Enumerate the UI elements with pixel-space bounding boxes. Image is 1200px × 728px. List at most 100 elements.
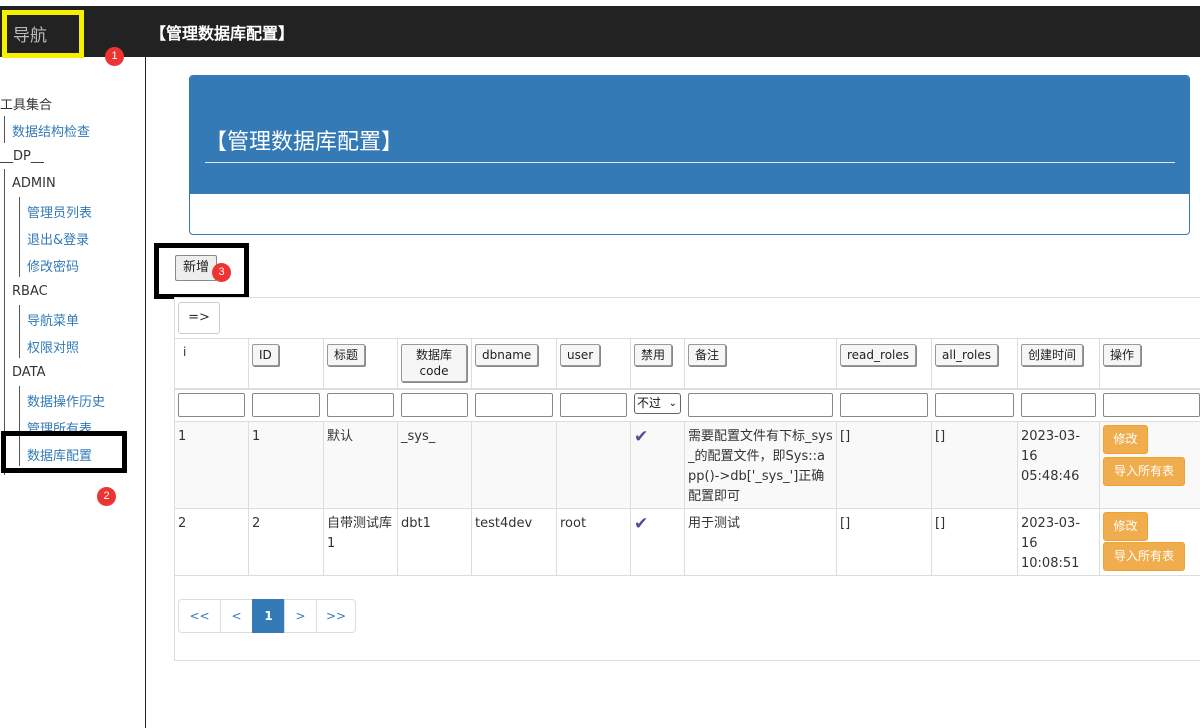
sort-id-button[interactable]: ID (252, 344, 279, 366)
filter-created-input[interactable] (1021, 393, 1096, 417)
sort-all-roles-button[interactable]: all_roles (935, 344, 999, 366)
cell-all-roles: [] (932, 422, 1018, 508)
sidebar-group-rbac[interactable]: RBAC (12, 284, 48, 299)
tree-line (4, 169, 5, 475)
sort-read-roles-button[interactable]: read_roles (840, 344, 917, 366)
filter-user-input[interactable] (560, 393, 627, 417)
column-header-i: i (175, 339, 249, 389)
import-all-tables-button[interactable]: 导入所有表 (1103, 457, 1185, 486)
cell-note: 需要配置文件有下标_sys_的配置文件，即Sys::app()->db['_sy… (685, 422, 837, 508)
cell-title: 默认 (324, 422, 398, 508)
filter-row: 不过 ⌄ (175, 390, 1200, 422)
page-button-current[interactable]: 1 (252, 599, 285, 633)
sidebar-item-data-history[interactable]: 数据操作历史 (27, 391, 105, 410)
cell-created: 2023-03-16 05:48:46 (1018, 422, 1100, 508)
edit-button[interactable]: 修改 (1103, 512, 1148, 541)
cell-id: 2 (249, 509, 324, 575)
sidebar-item-logout-login[interactable]: 退出&登录 (27, 229, 89, 248)
filter-all-roles-input[interactable] (935, 393, 1014, 417)
check-icon: ✔ (631, 422, 685, 508)
cell-created: 2023-03-16 10:08:51 (1018, 509, 1100, 575)
panel-heading: 【管理数据库配置】 (190, 76, 1189, 194)
nav-header: 导航 (0, 6, 146, 58)
column-header-actions: 操作 (1100, 339, 1200, 389)
sort-user-button[interactable]: user (560, 344, 601, 366)
filter-note-input[interactable] (688, 393, 833, 417)
filter-dbname-input[interactable] (475, 393, 553, 417)
sidebar-group-admin[interactable]: ADMIN (12, 176, 56, 191)
filter-title-input[interactable] (327, 393, 394, 417)
cell-actions: 修改 导入所有表 (1100, 422, 1200, 508)
filter-code-input[interactable] (401, 393, 468, 417)
sort-created-button[interactable]: 创建时间 (1021, 344, 1084, 366)
sidebar-item-change-password[interactable]: 修改密码 (27, 256, 79, 275)
tree-line (4, 116, 5, 143)
tree-line (19, 305, 20, 358)
sort-disabled-button[interactable]: 禁用 (634, 344, 673, 366)
annotation-badge-3: 3 (212, 263, 231, 282)
divider (205, 162, 1175, 163)
chevron-down-icon: ⌄ (668, 398, 677, 409)
filter-id-input[interactable] (252, 393, 320, 417)
expand-button[interactable]: => (178, 302, 220, 334)
sort-title-button[interactable]: 标题 (327, 344, 366, 366)
cell-code: _sys_ (398, 422, 472, 508)
cell-dbname (472, 422, 557, 508)
column-header-user: user (557, 339, 631, 389)
filter-disabled-select[interactable]: 不过 ⌄ (634, 393, 681, 414)
page-title: 【管理数据库配置】 (150, 24, 295, 43)
sidebar-group-dp[interactable]: __DP__ (0, 149, 44, 164)
add-button[interactable]: 新增 (175, 255, 217, 281)
sidebar-item-permission-map[interactable]: 权限对照 (27, 337, 79, 356)
column-header-all-roles: all_roles (932, 339, 1018, 389)
first-page-button[interactable]: << (178, 599, 221, 633)
last-page-button[interactable]: >> (316, 599, 356, 633)
actions-header-button[interactable]: 操作 (1103, 344, 1142, 366)
filter-i-input[interactable] (178, 393, 245, 417)
cell-dbname: test4dev (472, 509, 557, 575)
check-icon: ✔ (631, 509, 685, 575)
cell-i: 1 (175, 422, 249, 508)
column-header-read-roles: read_roles (837, 339, 932, 389)
panel-title: 【管理数据库配置】 (205, 130, 404, 155)
next-page-button[interactable]: > (284, 599, 317, 633)
cell-title: 自带测试库1 (324, 509, 398, 575)
sidebar-group-data[interactable]: DATA (12, 365, 46, 380)
table-row: 2 2 自带测试库1 dbt1 test4dev root ✔ 用于测试 [] … (175, 509, 1200, 576)
sidebar-item-schema-check[interactable]: 数据结构检查 (12, 121, 90, 140)
import-all-tables-button[interactable]: 导入所有表 (1103, 542, 1185, 571)
column-header-created: 创建时间 (1018, 339, 1100, 389)
annotation-badge-1: 1 (105, 47, 124, 66)
column-header-id: ID (249, 339, 324, 389)
table-row: 1 1 默认 _sys_ ✔ 需要配置文件有下标_sys_的配置文件，即Sys:… (175, 422, 1200, 509)
filter-read-roles-input[interactable] (840, 393, 928, 417)
cell-code: dbt1 (398, 509, 472, 575)
sidebar-item-nav-menu[interactable]: 导航菜单 (27, 310, 79, 329)
cell-user: root (557, 509, 631, 575)
column-header-code: 数据库 code (398, 339, 472, 389)
annotation-badge-2: 2 (97, 487, 116, 506)
column-header-disabled: 禁用 (631, 339, 685, 389)
cell-all-roles: [] (932, 509, 1018, 575)
sort-dbname-button[interactable]: dbname (475, 344, 539, 366)
table-header-row: i ID 标题 数据库 code dbname user 禁用 备注 read_… (175, 338, 1200, 390)
filter-actions-input[interactable] (1103, 393, 1200, 417)
sort-note-button[interactable]: 备注 (688, 344, 727, 366)
sort-code-button[interactable]: 数据库 code (401, 344, 467, 382)
sidebar-item-admin-list[interactable]: 管理员列表 (27, 202, 92, 221)
tree-line (19, 197, 20, 277)
edit-button[interactable]: 修改 (1103, 425, 1148, 454)
column-header-dbname: dbname (472, 339, 557, 389)
highlight-box-db-config (1, 431, 127, 473)
cell-read-roles: [] (837, 422, 932, 508)
cell-read-roles: [] (837, 509, 932, 575)
column-header-title: 标题 (324, 339, 398, 389)
cell-actions: 修改 导入所有表 (1100, 509, 1200, 575)
nav-title: 导航 (2, 10, 84, 58)
cell-i: 2 (175, 509, 249, 575)
sidebar-group-tools[interactable]: 工具集合 (0, 94, 52, 113)
cell-id: 1 (249, 422, 324, 508)
cell-note: 用于测试 (685, 509, 837, 575)
prev-page-button[interactable]: < (220, 599, 253, 633)
title-panel: 【管理数据库配置】 (189, 75, 1190, 235)
